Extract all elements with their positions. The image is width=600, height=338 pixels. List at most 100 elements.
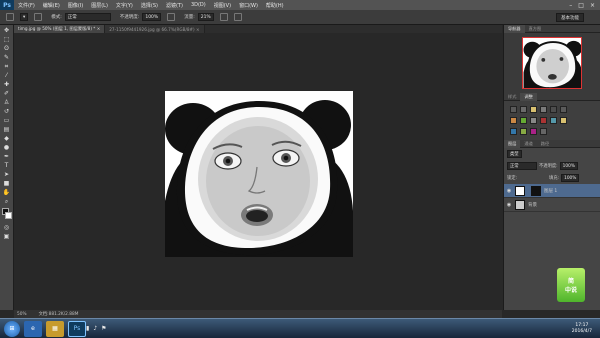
flow-input[interactable]: 21% xyxy=(197,13,214,21)
style-swatch[interactable] xyxy=(550,106,557,113)
style-swatch[interactable] xyxy=(530,128,537,135)
mode-select[interactable]: 正常 xyxy=(64,13,111,21)
taskbar-clock[interactable]: 17:17 2016/4/7 xyxy=(572,323,592,335)
move-tool-icon[interactable]: ✥ xyxy=(2,27,11,34)
network-icon[interactable]: ▮ xyxy=(86,325,89,332)
layer-row-layer1[interactable]: ◉ 图层 1 xyxy=(504,184,600,198)
tab-timg[interactable]: timg.jpg @ 50% (图层 1, 图层蒙版/8) * × xyxy=(14,25,106,33)
maximize-button[interactable]: □ xyxy=(578,2,584,9)
windows-taskbar: ⊞ e ▦ Ps ▮ ♪ ⚑ 17:17 2016/4/7 xyxy=(0,318,600,338)
style-swatch[interactable] xyxy=(520,106,527,113)
visibility-eye-icon[interactable]: ◉ xyxy=(506,202,512,208)
shape-tool-icon[interactable]: ■ xyxy=(2,180,11,187)
menu-image[interactable]: 图像(I) xyxy=(64,2,87,9)
style-swatch[interactable] xyxy=(530,117,537,124)
menu-view[interactable]: 视图(V) xyxy=(210,2,235,9)
healing-tool-icon[interactable]: ✚ xyxy=(2,81,11,88)
pressure-size-icon[interactable] xyxy=(233,13,242,21)
file-explorer-icon[interactable]: ▦ xyxy=(46,320,64,337)
eraser-tool-icon[interactable]: ▭ xyxy=(2,117,11,124)
brush-tool-icon[interactable]: ✐ xyxy=(2,90,11,97)
style-swatch[interactable] xyxy=(540,128,547,135)
menu-select[interactable]: 选择(S) xyxy=(137,2,162,9)
flag-icon[interactable]: ⚑ xyxy=(101,325,106,332)
menu-window[interactable]: 窗口(W) xyxy=(235,2,262,9)
style-swatch[interactable] xyxy=(540,117,547,124)
history-brush-tool-icon[interactable]: ↺ xyxy=(2,108,11,115)
layer-name: 背景 xyxy=(528,202,537,208)
crop-tool-icon[interactable]: ⌗ xyxy=(2,63,11,70)
minimize-button[interactable]: – xyxy=(569,2,572,9)
layer-opacity-input[interactable]: 100% xyxy=(559,162,578,170)
quick-mask-icon[interactable]: ◎ xyxy=(2,224,11,231)
clock-date: 2016/4/7 xyxy=(571,328,592,334)
style-swatch[interactable] xyxy=(560,106,567,113)
background-color-swatch[interactable] xyxy=(5,212,12,219)
tab-navigator[interactable]: 导航器 xyxy=(504,24,525,33)
style-swatch[interactable] xyxy=(510,128,517,135)
site-watermark: 简 中说 xyxy=(557,268,585,302)
opacity-input[interactable]: 100% xyxy=(142,13,162,21)
style-swatch[interactable] xyxy=(510,106,517,113)
menu-help[interactable]: 帮助(H) xyxy=(262,2,288,9)
style-swatch[interactable] xyxy=(520,128,527,135)
navigator-thumbnail[interactable] xyxy=(522,37,582,89)
photoshop-taskbar-icon[interactable]: Ps xyxy=(68,320,86,337)
color-swatches[interactable] xyxy=(0,208,13,222)
pen-tool-icon[interactable]: ✒ xyxy=(2,153,11,160)
menu-bar: Ps 文件(F) 编辑(E) 图像(I) 图层(L) 文字(Y) 选择(S) 滤… xyxy=(0,0,600,10)
zoom-tool-icon[interactable]: ⌕ xyxy=(2,198,11,205)
tab-second-document[interactable]: 27-1150f9441926.jpg @ 66.7%(RGB/8#) × xyxy=(105,25,205,33)
brush-size-picker[interactable]: ▾ xyxy=(20,13,29,21)
menu-type[interactable]: 文字(Y) xyxy=(112,2,137,9)
brush-panel-icon[interactable] xyxy=(34,13,43,21)
tab-histogram[interactable]: 直方图 xyxy=(525,26,546,32)
style-swatch[interactable] xyxy=(520,117,527,124)
style-swatch[interactable] xyxy=(550,117,557,124)
screen-mode-icon[interactable]: ▣ xyxy=(2,233,11,240)
layer-thumbnail xyxy=(515,199,525,210)
menu-3d[interactable]: 3D(D) xyxy=(187,2,210,8)
close-button[interactable]: × xyxy=(590,2,595,9)
menu-edit[interactable]: 编辑(E) xyxy=(39,2,64,9)
path-select-tool-icon[interactable]: ➤ xyxy=(2,171,11,178)
style-swatch[interactable] xyxy=(530,106,537,113)
blur-tool-icon[interactable]: ◆ xyxy=(2,135,11,142)
layer-blend-select[interactable]: 正常 xyxy=(507,162,537,170)
dodge-tool-icon[interactable]: ● xyxy=(2,144,11,151)
fill-input[interactable]: 100% xyxy=(561,174,580,182)
airbrush-icon[interactable] xyxy=(219,13,228,21)
gradient-tool-icon[interactable]: ▤ xyxy=(2,126,11,133)
lasso-tool-icon[interactable]: ʘ xyxy=(2,45,11,52)
tab-channels[interactable]: 通道 xyxy=(520,141,536,147)
hand-tool-icon[interactable]: ✋ xyxy=(2,189,11,196)
pressure-opacity-icon[interactable] xyxy=(167,13,176,21)
tab-paths[interactable]: 路径 xyxy=(537,141,553,147)
visibility-eye-icon[interactable]: ◉ xyxy=(506,188,512,194)
menu-file[interactable]: 文件(F) xyxy=(14,2,39,9)
menu-filter[interactable]: 滤镜(T) xyxy=(162,2,187,9)
layer-mask-thumbnail[interactable] xyxy=(531,185,541,196)
quick-select-tool-icon[interactable]: ✎ xyxy=(2,54,11,61)
photoshop-logo: Ps xyxy=(0,0,14,10)
clone-stamp-tool-icon[interactable]: ♙ xyxy=(2,99,11,106)
ie-browser-icon[interactable]: e xyxy=(24,320,42,337)
marquee-tool-icon[interactable]: ⬚ xyxy=(2,36,11,43)
style-swatch[interactable] xyxy=(560,117,567,124)
menu-layer[interactable]: 图层(L) xyxy=(87,2,112,9)
style-swatch[interactable] xyxy=(510,117,517,124)
type-tool-icon[interactable]: T xyxy=(2,162,11,169)
zoom-level[interactable]: 50% xyxy=(17,312,27,317)
tab-adjustments[interactable]: 调整 xyxy=(520,92,537,101)
volume-icon[interactable]: ♪ xyxy=(93,325,97,332)
layers-filter-select[interactable]: 类型 xyxy=(507,150,522,158)
start-button-icon[interactable]: ⊞ xyxy=(4,320,20,337)
tab-layers[interactable]: 图层 xyxy=(504,139,521,148)
layer-row-background[interactable]: ◉ 背景 xyxy=(504,198,600,212)
document-canvas[interactable] xyxy=(165,91,353,257)
workspace-switcher[interactable]: 基本功能 xyxy=(556,13,584,22)
eyedropper-tool-icon[interactable]: ⁄ xyxy=(2,72,11,79)
tab-styles[interactable]: 样式 xyxy=(504,94,520,100)
style-swatch[interactable] xyxy=(540,106,547,113)
brush-preset-icon[interactable] xyxy=(6,13,14,21)
